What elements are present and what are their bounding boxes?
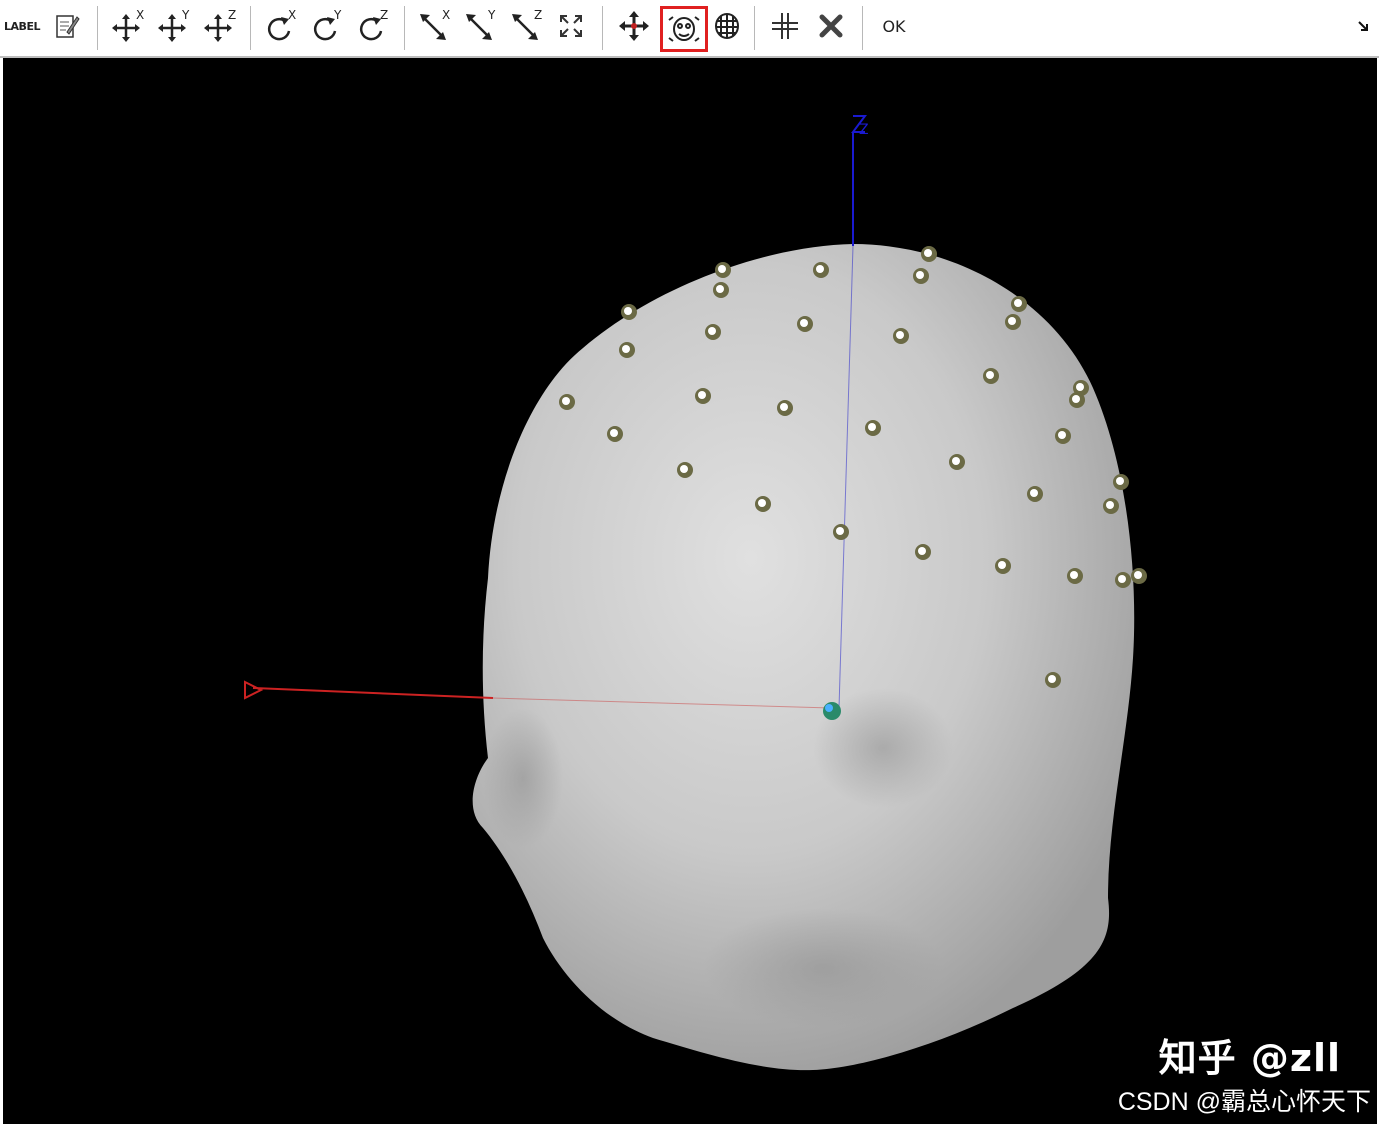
axis-z-label: Z <box>534 8 543 22</box>
rotate-z-button[interactable]: Z <box>352 8 392 44</box>
electrode-marker-core <box>562 397 570 405</box>
crosshair-button[interactable] <box>768 8 802 44</box>
scale-all-icon <box>560 15 582 37</box>
electrode-marker-core <box>708 327 716 335</box>
toolbar-separator <box>404 6 405 50</box>
electrode-marker-core <box>896 331 904 339</box>
translate-z-button[interactable]: Z <box>200 8 240 44</box>
electrode-marker-core <box>610 429 618 437</box>
ok-label: OK <box>882 16 906 36</box>
x-axis-line <box>252 687 494 699</box>
scale-z-button[interactable]: Z <box>506 8 546 44</box>
toolbar-separator <box>97 6 98 50</box>
electrode-marker-core <box>1048 675 1056 683</box>
fit-to-head-button[interactable] <box>660 6 708 52</box>
axis-x-label: X <box>288 8 297 22</box>
electrode-marker-core <box>1070 571 1078 579</box>
electrode-marker-core <box>986 371 994 379</box>
head-mesh-button[interactable] <box>712 8 742 44</box>
toolbar-separator <box>754 6 755 50</box>
edit-label-button[interactable] <box>52 8 82 44</box>
axis-x-label: X <box>442 8 451 22</box>
csdn-watermark: CSDN @霸总心怀天下 <box>1117 1088 1371 1116</box>
move-all-button[interactable] <box>616 8 652 44</box>
head-mesh-icon <box>715 13 739 39</box>
label-text: LABEL <box>4 19 40 33</box>
electrode-marker-core <box>716 285 724 293</box>
electrode-marker-core <box>800 319 808 327</box>
rotate-x-button[interactable]: X <box>260 8 300 44</box>
electrode-marker-core <box>718 265 726 273</box>
electrode-marker-core <box>1030 489 1038 497</box>
origin-marker <box>823 702 841 720</box>
footer <box>0 1124 1379 1132</box>
zhihu-watermark: 知乎 @zll <box>1158 1036 1341 1080</box>
axis-y-label: Y <box>488 8 496 22</box>
electrode-marker-core <box>1118 575 1126 583</box>
electrode-marker-core <box>952 457 960 465</box>
electrode-marker-core <box>1008 317 1016 325</box>
origin-marker-core <box>825 704 833 712</box>
electrode-marker-core <box>758 499 766 507</box>
electrode-marker-core <box>780 403 788 411</box>
electrode-marker-core <box>1106 501 1114 509</box>
scale-all-button[interactable] <box>556 8 586 44</box>
close-icon <box>819 14 843 38</box>
electrode-marker-core <box>1134 571 1142 579</box>
head-shadow <box>483 708 563 848</box>
electrode-marker-core <box>998 561 1006 569</box>
move-all-icon <box>619 11 649 41</box>
edit-label-icon <box>56 15 80 38</box>
head-scene: Z <box>244 115 1147 1071</box>
axis-z-label: Z <box>228 8 237 22</box>
axis-x-label: X <box>136 8 145 22</box>
electrode-marker-core <box>916 271 924 279</box>
toolbar: LABEL X Y Z X Y Z X Y Z OK <box>0 0 1379 58</box>
axis-z-label: Z <box>380 8 389 22</box>
toolbar-separator <box>250 6 251 50</box>
electrode-marker-core <box>836 527 844 535</box>
electrode-marker-core <box>1072 395 1080 403</box>
electrode-marker-core <box>680 465 688 473</box>
corner-arrow-button[interactable] <box>1356 8 1374 44</box>
x-axis-arrow <box>244 680 264 700</box>
electrode-marker-core <box>1058 431 1066 439</box>
electrode-marker-core <box>624 307 632 315</box>
electrode-marker-core <box>868 423 876 431</box>
electrode-marker-core <box>1116 477 1124 485</box>
3d-viewport[interactable]: Z 知乎 @zll CSDN @霸总心怀天下 <box>3 58 1377 1124</box>
toolbar-separator <box>862 6 863 50</box>
z-axis-label: Z <box>859 122 869 138</box>
toolbar-separator <box>602 6 603 50</box>
label-button[interactable]: LABEL <box>4 8 40 44</box>
rotate-y-button[interactable]: Y <box>306 8 346 44</box>
electrode-marker-core <box>1014 299 1022 307</box>
electrode-marker-core <box>816 265 824 273</box>
translate-y-button[interactable]: Y <box>154 8 194 44</box>
corner-arrow-icon <box>1358 21 1368 31</box>
close-button[interactable] <box>814 8 848 44</box>
electrode-marker-core <box>698 391 706 399</box>
electrode-marker-core <box>924 249 932 257</box>
electrode-marker-core <box>622 345 630 353</box>
scale-y-button[interactable]: Y <box>460 8 500 44</box>
scale-x-button[interactable]: X <box>414 8 454 44</box>
head-shadow <box>703 908 943 1028</box>
translate-x-button[interactable]: X <box>108 8 148 44</box>
ok-button[interactable]: OK <box>876 8 912 44</box>
axis-y-label: Y <box>182 8 190 22</box>
crosshair-icon <box>772 13 798 39</box>
electrode-marker-core <box>1076 383 1084 391</box>
electrode-marker-core <box>918 547 926 555</box>
fit-to-head-icon <box>668 16 700 42</box>
axis-y-label: Y <box>334 8 342 22</box>
